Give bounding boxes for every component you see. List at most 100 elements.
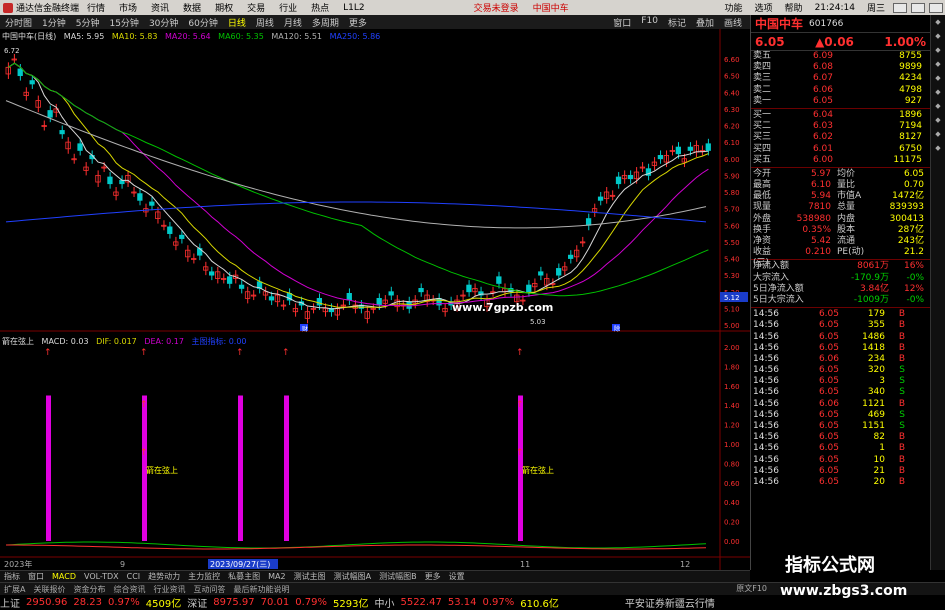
flow-row: 5日大宗流入 -1009万 -0% (751, 295, 930, 306)
bottom-left-tab[interactable]: 关联报价 (29, 584, 69, 595)
menu-news[interactable]: 资讯 (144, 1, 176, 14)
tick-list[interactable]: 14:56 6.05 179 B 14:56 6.05 355 B 14:56 6.05 1486 B… (751, 309, 930, 488)
menu-trade[interactable]: 交易 (240, 1, 272, 14)
period-tab[interactable]: 月线 (279, 16, 307, 29)
bid-row[interactable]: 买二 6.03 7194 (751, 121, 930, 132)
period-tab[interactable]: 周线 (251, 16, 279, 29)
candle-body (705, 143, 711, 151)
maximize-button[interactable] (911, 2, 925, 13)
flow-row: 净流入额 8061万 16% (751, 261, 930, 272)
signal-arrow: ↑ (140, 348, 148, 358)
stat-label-2: 量比 (837, 180, 856, 191)
menu-function[interactable]: 功能 (719, 1, 749, 14)
bottom-left-tab[interactable]: 互动问答 (189, 584, 229, 595)
candle-body (388, 291, 394, 296)
period-tab[interactable]: 分时图 (0, 16, 37, 29)
bottom-left-tab[interactable]: 扩展A (0, 584, 29, 595)
menu-hot[interactable]: 热点 (304, 1, 336, 14)
period-tab[interactable]: 30分钟 (144, 16, 183, 29)
quote-change: ▲0.06 (815, 34, 854, 49)
sub-axis-label: 0.80 (724, 460, 740, 468)
indicator-tab[interactable]: 测试幅图A (330, 571, 375, 582)
tick-price: 6.05 (818, 331, 839, 342)
menu-help[interactable]: 帮助 (779, 1, 809, 14)
toolbar-f10[interactable]: F10 (636, 16, 663, 29)
indicator-tab[interactable]: VOL-TDX (80, 572, 123, 581)
side-tab-icon[interactable]: ◆ (935, 46, 940, 54)
trade-login-status[interactable]: 交易未登录 (467, 1, 526, 14)
indicator-tab[interactable]: 测试主图 (290, 571, 330, 582)
kline-chart-area[interactable]: 6.60 6.50 6.40 6.30 6.20 6.10 6.00 5.90 5.80 5.70… (0, 29, 750, 570)
indicator-tab[interactable]: 主力监控 (184, 571, 224, 582)
kline-chart-svg[interactable]: 6.60 6.50 6.40 6.30 6.20 6.10 6.00 5.90 5.80 5.70… (0, 29, 750, 570)
ask-row[interactable]: 卖三 6.07 4234 (751, 73, 930, 84)
close-button[interactable] (929, 2, 943, 13)
ask-volume: 4234 (899, 73, 922, 84)
side-tab-icon[interactable]: ◆ (935, 18, 940, 26)
menu-l1l2[interactable]: L1L2 (336, 3, 371, 13)
indicator-tab[interactable]: 趋势动力 (144, 571, 184, 582)
period-tab[interactable]: 15分钟 (104, 16, 143, 29)
flow-row: 5日净流入额 3.84亿 12% (751, 284, 930, 295)
bid-row[interactable]: 买一 6.04 1896 (751, 110, 930, 121)
side-tab-icon[interactable]: ◆ (935, 74, 940, 82)
indicator-name: 箭在弦上 (2, 337, 34, 346)
tick-time: 14:56 (753, 476, 779, 487)
menu-market[interactable]: 市场 (112, 1, 144, 14)
side-tab-icon[interactable]: ◆ (935, 144, 940, 152)
menu-data[interactable]: 数据 (176, 1, 208, 14)
zx-value: 5522.47 (400, 597, 442, 608)
indicator-tab[interactable]: 窗口 (24, 571, 48, 582)
bottom-left-tab[interactable]: 行业资讯 (149, 584, 189, 595)
tick-volume: 340 (867, 387, 885, 398)
period-tab[interactable]: 1分钟 (37, 16, 71, 29)
indicator-tab[interactable]: CCI (123, 572, 145, 581)
menu-industry[interactable]: 行业 (272, 1, 304, 14)
indicator-tab[interactable]: MA2 (264, 572, 289, 581)
ask-row[interactable]: 卖二 6.06 4798 (751, 85, 930, 96)
indicator-tab[interactable]: 私募主图 (224, 571, 264, 582)
period-tab[interactable]: 5分钟 (71, 16, 105, 29)
bottom-left-tab[interactable]: 最后新功能说明 (229, 584, 293, 595)
tick-price: 6.05 (818, 387, 839, 398)
period-tab-more[interactable]: 更多 (344, 16, 372, 29)
candle-body (538, 271, 544, 276)
side-tab-icon[interactable]: ◆ (935, 102, 940, 110)
indicator-tab[interactable]: 设置 (445, 571, 469, 582)
signal-bar (238, 395, 243, 541)
bottom-left-tab[interactable]: 资金分布 (69, 584, 109, 595)
ask-row[interactable]: 卖四 6.08 9899 (751, 62, 930, 73)
minimize-button[interactable] (893, 2, 907, 13)
toolbar-overlay[interactable]: 叠加 (691, 16, 719, 29)
side-tab-icon[interactable]: ◆ (935, 32, 940, 40)
menu-quote[interactable]: 行情 (80, 1, 112, 14)
ask-row[interactable]: 卖一 6.05 927 (751, 96, 930, 107)
toolbar-window[interactable]: 窗口 (608, 16, 636, 29)
indicator-tab[interactable]: 测试幅图B (375, 571, 421, 582)
side-tab-icon[interactable]: ◆ (935, 130, 940, 138)
indicator-tab[interactable]: 指标 (0, 571, 24, 582)
stat-label: 现量 (753, 202, 772, 213)
toolbar-draw[interactable]: 画线 (719, 16, 747, 29)
ma20-value: MA20: 5.64 (165, 32, 211, 41)
period-tab-daily[interactable]: 日线 (223, 16, 251, 29)
stat-value-2: 1472亿 (892, 191, 924, 202)
menu-options[interactable]: 期权 (208, 1, 240, 14)
f10-link[interactable]: 原文F10 (736, 583, 767, 594)
indicator-tab[interactable]: MACD (48, 572, 80, 581)
period-tab[interactable]: 60分钟 (183, 16, 222, 29)
toolbar-mark[interactable]: 标记 (663, 16, 691, 29)
ask-row[interactable]: 卖五 6.09 8755 (751, 51, 930, 62)
bid-row[interactable]: 买五 6.00 11175 (751, 155, 930, 166)
bid-row[interactable]: 买三 6.02 8127 (751, 132, 930, 143)
bid-row[interactable]: 买四 6.01 6750 (751, 144, 930, 155)
side-tab-icon[interactable]: ◆ (935, 116, 940, 124)
indicator-tab[interactable]: 更多 (421, 571, 445, 582)
status-bar: 扩展A 关联报价 资金分布 综合资讯 行业资讯 互动问答 最后新功能说明 原文F10 上证 … (0, 582, 945, 610)
menu-stock-name[interactable]: 中国中车 (526, 1, 576, 14)
side-tab-icon[interactable]: ◆ (935, 60, 940, 68)
side-tab-icon[interactable]: ◆ (935, 88, 940, 96)
bottom-left-tab[interactable]: 综合资讯 (109, 584, 149, 595)
period-tab[interactable]: 多周期 (307, 16, 344, 29)
menu-settings[interactable]: 选项 (749, 1, 779, 14)
